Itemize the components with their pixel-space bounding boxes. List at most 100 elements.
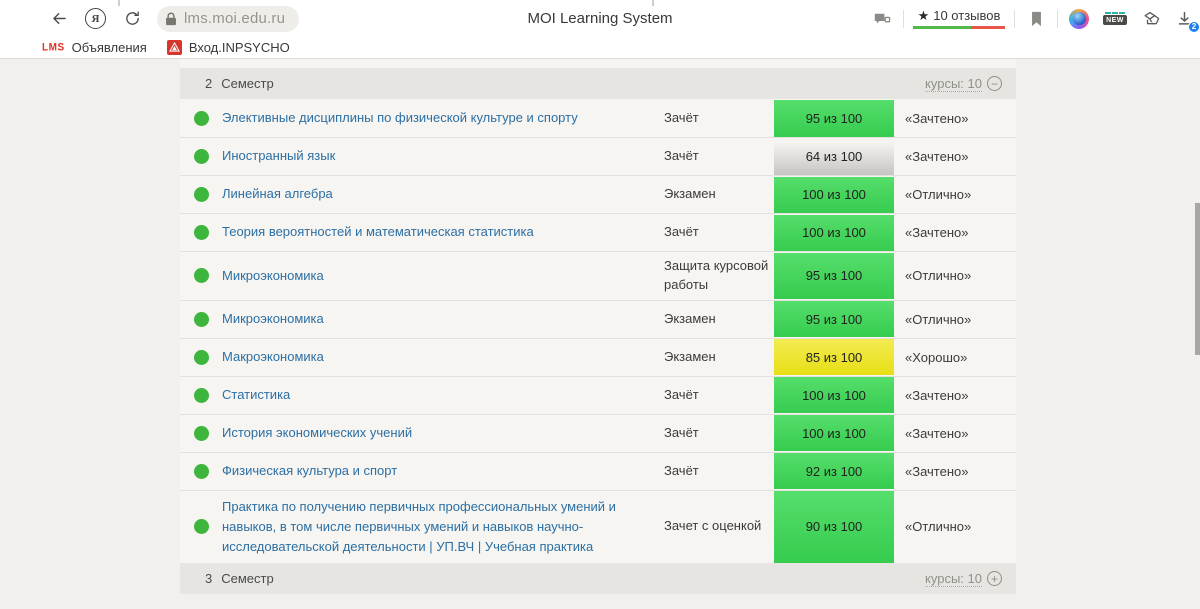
table-row: Микроэкономика Экзамен95 из 100«Отлично» — [180, 300, 1016, 338]
grade-text: «Отлично» — [894, 176, 1016, 213]
grade-text: «Зачтено» — [894, 377, 1016, 414]
score-badge: 85 из 100 — [774, 339, 894, 375]
course-link[interactable]: Иностранный язык — [222, 146, 335, 166]
gradebook-table: 2 Семестр курсы: 10 − Элективные дисципл… — [180, 59, 1016, 594]
score-badge: 90 из 100 — [774, 491, 894, 562]
extension-orb-icon[interactable] — [1067, 7, 1091, 31]
back-button[interactable] — [44, 4, 74, 34]
grade-text: «Зачтено» — [894, 214, 1016, 251]
new-badge: NEW — [1103, 15, 1128, 25]
score-badge: 100 из 100 — [774, 215, 894, 251]
refresh-icon — [124, 10, 141, 27]
bookmark-icon[interactable] — [1024, 7, 1048, 31]
downloads-button[interactable]: 2 — [1172, 7, 1196, 31]
tab-edge-mark — [652, 0, 654, 6]
assessment-type: Зачет с оценкой — [664, 491, 774, 563]
status-dot-icon — [194, 187, 209, 202]
scrollbar-thumb[interactable] — [1195, 203, 1200, 355]
collections-icon[interactable] — [1139, 7, 1163, 31]
assessment-type: Экзамен — [664, 301, 774, 338]
table-row: Статистика Зачёт100 из 100«Зачтено» — [180, 376, 1016, 414]
new-feature-icon[interactable]: NEW — [1100, 7, 1130, 31]
lms-favicon: LMS — [42, 41, 65, 53]
course-link[interactable]: Практика по получению первичных професси… — [222, 497, 644, 557]
status-dot-icon — [194, 388, 209, 403]
semester-label: Семестр — [221, 571, 273, 586]
course-link[interactable]: Микроэкономика — [222, 266, 324, 286]
table-row: Иностранный языкЗачёт64 из 100«Зачтено» — [180, 137, 1016, 175]
site-rating[interactable]: ★ 10 отзывов — [913, 8, 1005, 30]
toolbar-separator — [1014, 10, 1015, 28]
score-badge: 100 из 100 — [774, 177, 894, 213]
score-badge: 100 из 100 — [774, 377, 894, 413]
previous-row-sliver — [180, 59, 1016, 68]
status-dot-icon — [194, 426, 209, 441]
collapse-icon[interactable]: − — [987, 76, 1002, 91]
grade-text: «Зачтено» — [894, 415, 1016, 452]
courses-count-link[interactable]: курсы: 10 — [925, 76, 982, 92]
rating-label: 10 отзывов — [933, 8, 1000, 23]
status-dot-icon — [194, 225, 209, 240]
toolbar-separator — [1057, 10, 1058, 28]
download-count-badge: 2 — [1188, 21, 1200, 33]
table-row: Физическая культура и спорт Зачёт92 из 10… — [180, 452, 1016, 490]
toolbar-separator — [903, 10, 904, 28]
table-row: МакроэкономикаЭкзамен85 из 100«Хорошо» — [180, 338, 1016, 376]
grade-text: «Зачтено» — [894, 138, 1016, 175]
course-link[interactable]: Физическая культура и спорт — [222, 461, 397, 481]
browser-toolbar: Я lms.moi.edu.ru MOI Learning System ★ 1… — [0, 0, 1200, 37]
course-link[interactable]: Теория вероятностей и математическая ста… — [222, 222, 534, 242]
status-dot-icon — [194, 111, 209, 126]
star-icon: ★ — [918, 8, 930, 24]
new-dash-icon — [1105, 12, 1125, 14]
semester-label: Семестр — [221, 76, 273, 91]
assessment-type: Зачёт — [664, 415, 774, 452]
course-link[interactable]: Элективные дисциплины по физической куль… — [222, 108, 578, 128]
course-link[interactable]: Линейная алгебра — [222, 184, 333, 204]
table-row: Микроэкономика Защита курсовой работы95 и… — [180, 251, 1016, 300]
table-row: Элективные дисциплины по физической куль… — [180, 99, 1016, 137]
grade-text: «Отлично» — [894, 301, 1016, 338]
assessment-type: Зачёт — [664, 138, 774, 175]
table-row: Теория вероятностей и математическая ста… — [180, 213, 1016, 251]
page-content: 2 Семестр курсы: 10 − Элективные дисципл… — [0, 59, 1200, 594]
refresh-button[interactable] — [117, 4, 147, 34]
expand-icon[interactable]: + — [987, 571, 1002, 586]
back-arrow-icon — [50, 9, 69, 28]
messenger-icon[interactable] — [870, 7, 894, 31]
status-dot-icon — [194, 464, 209, 479]
grade-text: «Зачтено» — [894, 99, 1016, 137]
table-row: Практика по получению первичных професси… — [180, 490, 1016, 563]
courses-count-link[interactable]: курсы: 10 — [925, 571, 982, 587]
tab-edge-mark — [118, 0, 120, 6]
status-dot-icon — [194, 519, 209, 534]
semester-3-header: 3 Семестр курсы: 10 + — [180, 563, 1016, 594]
bookmark-announcements[interactable]: LMS Объявления — [36, 40, 153, 55]
assessment-type: Зачёт — [664, 214, 774, 251]
course-rows: Элективные дисциплины по физической куль… — [180, 99, 1016, 563]
score-badge: 95 из 100 — [774, 253, 894, 300]
yandex-logo-icon[interactable]: Я — [85, 8, 106, 29]
assessment-type: Зачёт — [664, 377, 774, 414]
assessment-type: Зачёт — [664, 453, 774, 490]
lock-icon — [165, 12, 177, 26]
table-row: Линейная алгебраЭкзамен100 из 100«Отличн… — [180, 175, 1016, 213]
grade-text: «Отлично» — [894, 491, 1016, 563]
course-link[interactable]: Статистика — [222, 385, 290, 405]
score-badge: 92 из 100 — [774, 453, 894, 489]
status-dot-icon — [194, 149, 209, 164]
course-link[interactable]: Микроэкономика — [222, 309, 324, 329]
status-dot-icon — [194, 312, 209, 327]
course-link[interactable]: История экономических учений — [222, 423, 412, 443]
course-link[interactable]: Макроэкономика — [222, 347, 324, 367]
address-bar[interactable]: lms.moi.edu.ru — [157, 6, 299, 32]
score-badge: 95 из 100 — [774, 100, 894, 137]
assessment-type: Зачёт — [664, 99, 774, 137]
bookmarks-bar: LMS Объявления Вход.INPSYCHO — [0, 37, 1200, 59]
assessment-type: Экзамен — [664, 339, 774, 376]
bookmark-inpsycho[interactable]: Вход.INPSYCHO — [161, 40, 296, 55]
grade-text: «Отлично» — [894, 252, 1016, 300]
assessment-type: Защита курсовой работы — [664, 252, 774, 300]
score-badge: 100 из 100 — [774, 415, 894, 451]
score-badge: 95 из 100 — [774, 301, 894, 337]
